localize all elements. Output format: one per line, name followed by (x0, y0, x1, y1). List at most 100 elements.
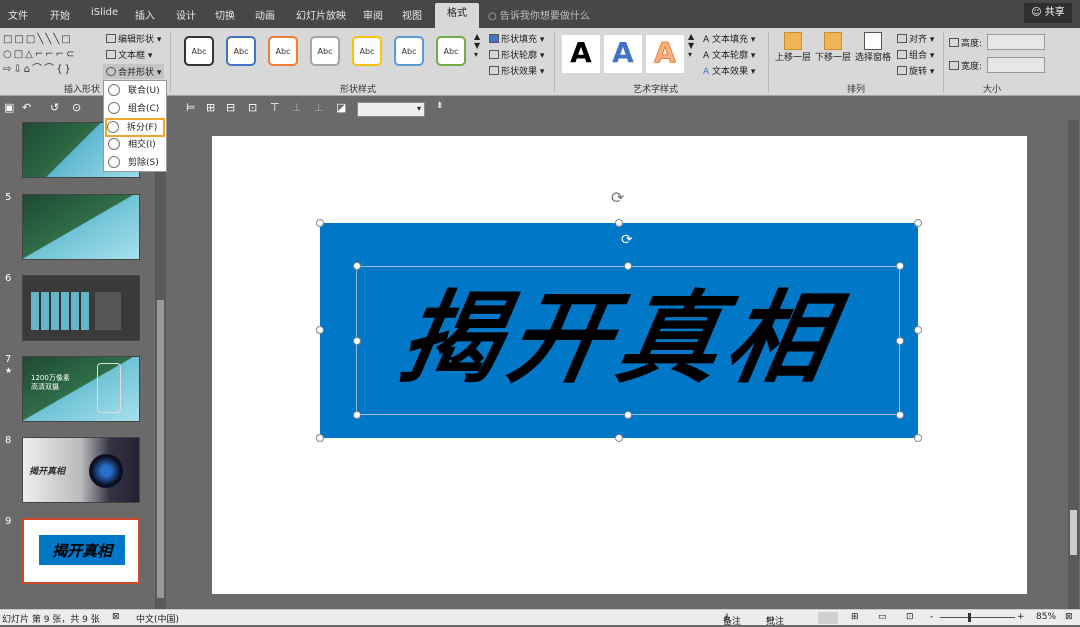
slide-thumb-8[interactable]: 揭开真相 (22, 437, 140, 503)
merge-fragment-item[interactable]: 拆分(F) (105, 118, 165, 137)
textbox-handle[interactable] (353, 411, 361, 419)
save-icon[interactable]: ▣ (4, 101, 14, 114)
shape-style-2[interactable]: Abc (226, 36, 256, 66)
merge-union-item[interactable]: 联合(U) (108, 83, 164, 99)
tab-review[interactable]: 审阅 (363, 7, 383, 22)
tab-file[interactable]: 文件 (8, 7, 28, 22)
group-objects-icon[interactable]: ◪ (336, 101, 346, 114)
fit-to-window-icon[interactable]: ⊠ (1065, 612, 1073, 622)
text-box-button[interactable]: 文本框 ▾ (106, 48, 152, 61)
text-effects-button[interactable]: A 文本效果 ▾ (703, 64, 755, 77)
text-outline-button[interactable]: A 文本轮廓 ▾ (703, 48, 755, 61)
slide-thumb-5[interactable] (22, 194, 140, 260)
language-status[interactable]: 中文(中国) (136, 612, 179, 625)
textbox-handle[interactable] (353, 337, 361, 345)
textbox-handle[interactable] (353, 262, 361, 270)
gallery-scroll-button[interactable]: ▲ ▼ ▾ (474, 32, 480, 59)
shape-outline-button[interactable]: 形状轮廓 ▾ (489, 48, 544, 61)
tab-transitions[interactable]: 切换 (215, 7, 235, 22)
canvas-scroll-thumb[interactable] (1070, 510, 1077, 555)
bring-forward-button[interactable]: 上移一层 (774, 32, 812, 72)
shape-gallery[interactable]: □□□╲╲╲□ ○□△⌐⌐⌐⊂ ⇨⇩⌂⌒⌒{} (3, 32, 99, 76)
toolbar-dropdown[interactable]: ▾ (357, 102, 425, 117)
zoom-in-button[interactable]: + (1017, 612, 1025, 622)
tab-design[interactable]: 设计 (176, 7, 196, 22)
textbox-handle[interactable] (624, 262, 632, 270)
resize-handle[interactable] (914, 326, 922, 334)
textbox-handle[interactable] (896, 262, 904, 270)
undo-icon[interactable]: ↶ (22, 101, 31, 114)
resize-handle[interactable] (914, 219, 922, 227)
shape-style-7[interactable]: Abc (436, 36, 466, 66)
tell-me-search[interactable]: ○ 告诉我你想要做什么 (488, 7, 590, 22)
send-backward-button[interactable]: 下移一层 (814, 32, 852, 72)
resize-handle[interactable] (316, 326, 324, 334)
slide-sorter-icon[interactable]: ⊞ (851, 612, 859, 622)
canvas-scrollbar[interactable] (1068, 120, 1079, 609)
slide-thumb-7[interactable]: 1200万像素 高清双摄 (22, 356, 140, 422)
distribute-icon[interactable]: ⊡ (248, 101, 257, 114)
tab-slideshow[interactable]: 幻灯片放映 (296, 7, 346, 22)
reading-view-icon[interactable]: ▭ (878, 612, 887, 622)
slide-canvas[interactable]: 揭开真相 ⟳ ⟳ (212, 136, 1027, 594)
textbox-handle[interactable] (624, 411, 632, 419)
redo-icon[interactable]: ↺ (50, 101, 59, 114)
wordart-style-2[interactable]: A (604, 35, 642, 73)
merge-intersect-item[interactable]: 相交(I) (108, 137, 164, 153)
merge-combine-item[interactable]: 组合(C) (108, 101, 164, 117)
textbox-handle[interactable] (896, 411, 904, 419)
wordart-style-3[interactable]: A (646, 35, 684, 73)
tab-format[interactable]: 格式 (435, 3, 479, 28)
textbox-handle[interactable] (896, 337, 904, 345)
resize-handle[interactable] (914, 434, 922, 442)
edit-shape-button[interactable]: 编辑形状 ▾ (106, 32, 161, 45)
rotate-button[interactable]: 旋转 ▾ (897, 64, 934, 77)
shape-effects-button[interactable]: 形状效果 ▾ (489, 64, 544, 77)
height-input[interactable] (987, 34, 1045, 50)
wordart-style-1[interactable]: A (562, 35, 600, 73)
thumbnail-scroll-thumb[interactable] (157, 300, 164, 598)
merge-shapes-button[interactable]: 合并形状 ▾ (103, 64, 165, 79)
tab-view[interactable]: 视图 (402, 7, 422, 22)
shape-style-4[interactable]: Abc (310, 36, 340, 66)
text-fill-button[interactable]: A 文本填充 ▾ (703, 32, 755, 45)
zoom-out-button[interactable]: - (930, 612, 933, 622)
wordart-gallery-scroll[interactable]: ▲ ▼ ▾ (688, 32, 694, 59)
merge-subtract-item[interactable]: 剪除(S) (108, 155, 164, 171)
shape-style-6[interactable]: Abc (394, 36, 424, 66)
textbox-rotate-handle-icon[interactable]: ⟳ (621, 232, 633, 248)
share-button[interactable]: ☺ 共享 (1024, 3, 1072, 23)
spellcheck-icon[interactable]: ⊠ (112, 612, 120, 622)
selection-pane-button[interactable]: 选择窗格 (854, 32, 892, 72)
resize-handle[interactable] (615, 434, 623, 442)
width-input[interactable] (987, 57, 1045, 73)
shape-style-1[interactable]: Abc (184, 36, 214, 66)
toolbar-icon[interactable]: ⊙ (72, 101, 81, 114)
tab-insert[interactable]: 插入 (135, 7, 155, 22)
align-center-icon[interactable]: ⊞ (206, 101, 215, 114)
shape-style-3[interactable]: Abc (268, 36, 298, 66)
zoom-slider[interactable] (940, 617, 1015, 618)
align-left-icon[interactable]: ⊨ (186, 101, 196, 114)
shape-style-5[interactable]: Abc (352, 36, 382, 66)
normal-view-icon[interactable] (818, 612, 838, 624)
tab-animations[interactable]: 动画 (255, 7, 275, 22)
group-button[interactable]: 组合 ▾ (897, 48, 934, 61)
rotate-handle-icon[interactable]: ⟳ (611, 188, 624, 207)
tab-home[interactable]: 开始 (50, 7, 70, 22)
slide-title-text[interactable]: 揭开真相 (341, 264, 897, 414)
align-button[interactable]: 对齐 ▾ (897, 32, 934, 45)
zoom-slider-thumb[interactable] (968, 613, 971, 622)
tab-islide[interactable]: iSlide (91, 7, 118, 18)
resize-handle[interactable] (316, 434, 324, 442)
thumbnail-scrollbar[interactable] (155, 120, 166, 609)
zoom-level[interactable]: 85% (1036, 612, 1056, 622)
slide-thumb-6[interactable] (22, 275, 140, 341)
slide-thumb-9-selected[interactable]: 揭开真相 (22, 518, 140, 584)
resize-handle[interactable] (615, 219, 623, 227)
resize-handle[interactable] (316, 219, 324, 227)
align-top-icon[interactable]: ⊤ (270, 101, 280, 114)
align-right-icon[interactable]: ⊟ (226, 101, 235, 114)
shape-fill-button[interactable]: 形状填充 ▾ (489, 32, 544, 45)
slideshow-view-icon[interactable]: ⊡ (906, 612, 914, 622)
